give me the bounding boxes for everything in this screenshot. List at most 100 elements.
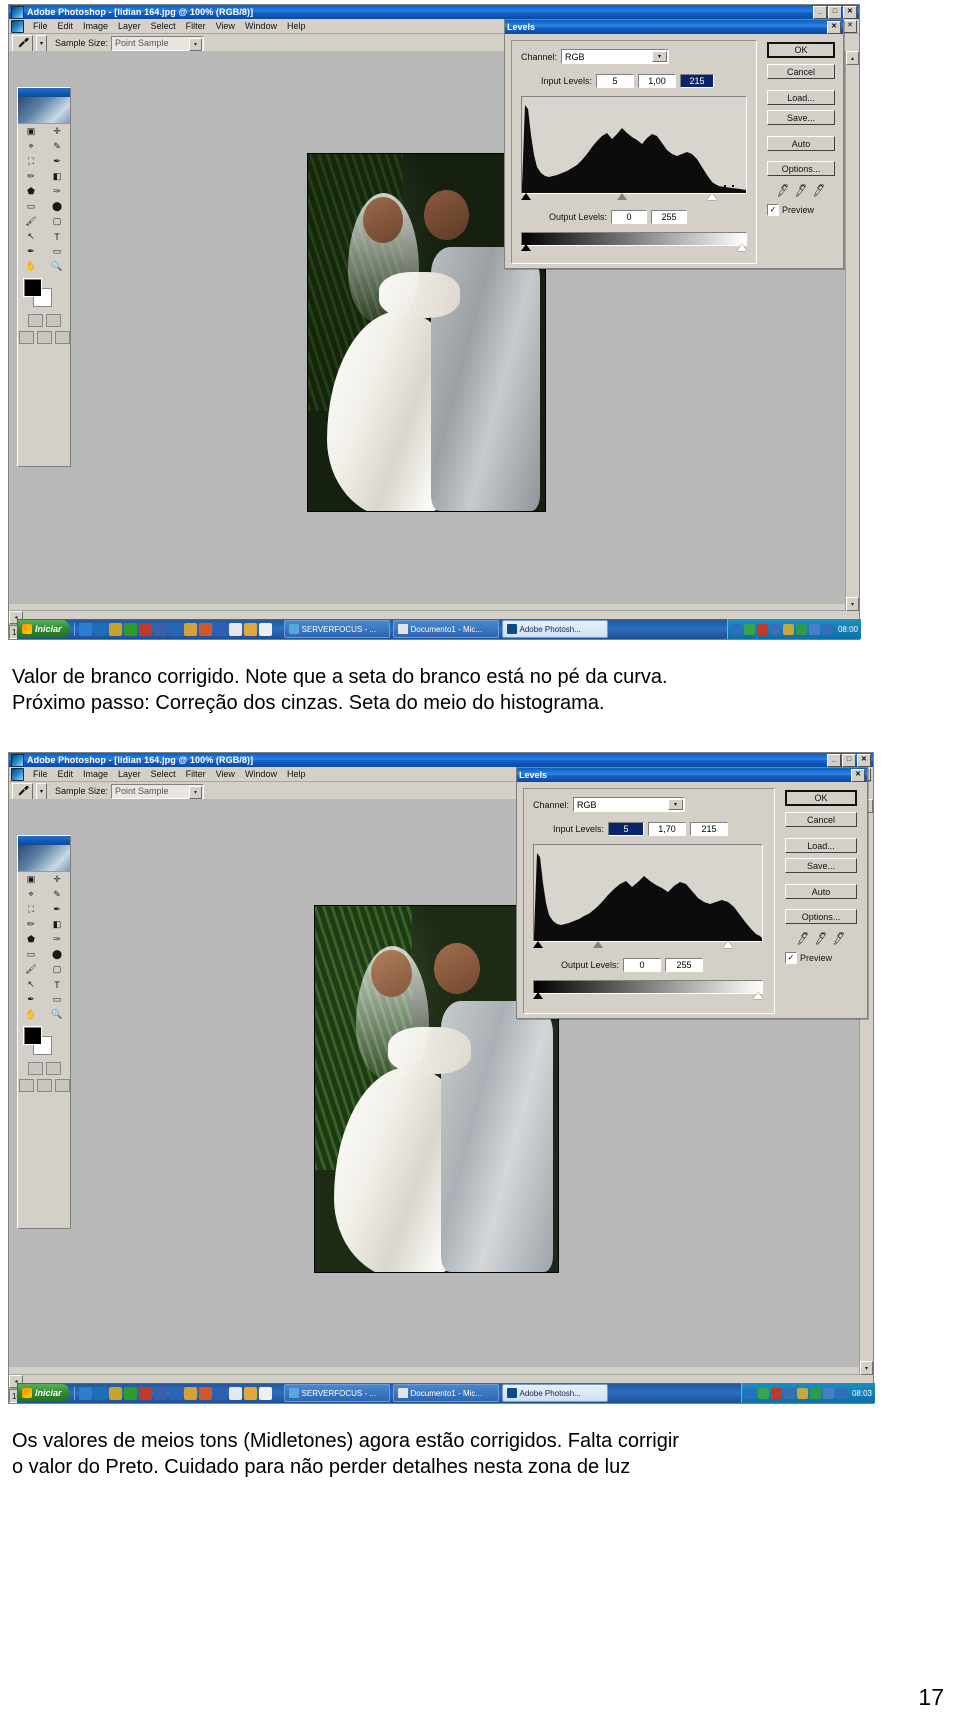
levels-close-button[interactable]: ✕ [827,20,841,34]
tray-shield-icon[interactable] [757,1387,769,1399]
quickmask-on-button[interactable] [45,1062,61,1075]
white-point-eyedropper-icon[interactable]: 🖊 [831,931,847,946]
window-titlebar-2[interactable]: Adobe Photoshop - [lidian 164.jpg @ 100%… [9,753,873,767]
menu-edit[interactable]: Edit [53,769,79,779]
restore-button[interactable]: □ [828,5,842,19]
tray-antivirus-icon[interactable] [756,623,768,635]
input-gamma-field[interactable]: 1,00 [638,74,677,88]
full-screen-button[interactable] [36,331,52,344]
foreground-color-swatch[interactable] [23,278,42,297]
tool-eraser[interactable]: ▭ [18,947,44,962]
tool-zoom[interactable]: 🔍 [44,1007,70,1022]
input-black-field[interactable]: 5 [596,74,635,88]
checkmark-icon[interactable] [123,1386,137,1400]
input-gray-slider[interactable] [593,941,603,948]
tool-gradient[interactable]: ⬤ [44,947,70,962]
quickmask-off-button[interactable] [27,1062,43,1075]
tool-pen[interactable]: ✒ [18,244,44,259]
tool-stamp[interactable]: ⬟ [18,932,44,947]
note-icon[interactable] [108,1386,122,1400]
tool-type[interactable]: T [44,229,70,244]
taskbar-item-photoshop[interactable]: Adobe Photosh... [501,1384,608,1402]
preview-checkbox-row-1[interactable]: ✓ Preview [767,204,835,216]
options-button[interactable]: Options... [767,161,835,176]
ie-icon[interactable] [78,1386,92,1400]
tool-marquee[interactable]: ▣ [18,124,44,139]
menu-image[interactable]: Image [78,21,113,31]
tool-path-select[interactable]: ↖ [18,977,44,992]
tool-slice[interactable]: ✒ [44,902,70,917]
input-black-field[interactable]: 5 [608,822,645,836]
scroll-up-button[interactable]: ▴ [846,51,859,65]
outlook-icon[interactable] [93,622,107,636]
tool-hand[interactable]: ✋ [18,259,44,274]
tool-hand[interactable]: ✋ [18,1007,44,1022]
tray-update-icon[interactable] [835,1387,847,1399]
channel-combo[interactable]: RGB ▾ [573,797,686,812]
toolbox-grip[interactable] [18,88,70,97]
levels-button-column-2[interactable]: OK Cancel Load... Save... Auto Options..… [785,790,857,964]
preview-checkbox[interactable]: ✓ [767,204,779,216]
preview-checkbox-row-2[interactable]: ✓ Preview [785,952,857,964]
mode-buttons[interactable] [18,1060,70,1077]
toolbox-2[interactable]: ▣ ✛ ⌖ ✎ ⛶ ✒ ✏ ◧ ⬟ ✑ ▭ ⬤ 🖌 ▢ ↖ T ✒ ▭ ✋ 🔍 [17,835,71,1229]
checkmark-icon[interactable] [123,622,137,636]
standard-screen-button[interactable] [18,1079,34,1092]
input-sliders-1[interactable] [521,193,745,202]
levels-close-button[interactable]: ✕ [851,768,865,782]
globe-icon[interactable] [213,1386,227,1400]
output-black-field[interactable]: 0 [623,958,662,972]
window-controls-1[interactable]: _ □ ✕ [813,5,857,19]
levels-button-column-1[interactable]: OK Cancel Load... Save... Auto Options..… [767,42,835,216]
minimize-button[interactable]: _ [813,5,827,19]
menu-layer[interactable]: Layer [113,769,146,779]
tray-messenger-icon[interactable] [809,1387,821,1399]
ok-button[interactable]: OK [785,790,857,806]
quickmask-off-button[interactable] [27,314,43,327]
tool-pen[interactable]: ✒ [18,992,44,1007]
color-swatches[interactable] [18,274,70,312]
tray-ps-icon[interactable] [730,623,742,635]
menu-file[interactable]: File [28,769,53,779]
output-black-slider[interactable] [521,244,531,251]
levels-dialog-1[interactable]: Levels ✕ Channel: RGB ▾ Input Levels: 5 … [504,19,844,269]
tool-crop[interactable]: ⛶ [18,154,44,169]
eyedropper-row-1[interactable]: 🖊 🖊 🖊 [767,183,835,198]
tool-move[interactable]: ✛ [44,872,70,887]
ie-icon[interactable] [78,622,92,636]
tool-dodge[interactable]: ▢ [44,962,70,977]
tool-magic-wand[interactable]: ✎ [44,887,70,902]
quick-launch-bar-1[interactable] [73,622,276,636]
word-icon[interactable] [228,1386,242,1400]
tool-lasso[interactable]: ⌖ [18,887,44,902]
clock-icon[interactable] [243,622,257,636]
input-white-field[interactable]: 215 [680,74,715,88]
gray-point-eyedropper-icon[interactable]: 🖊 [813,931,829,946]
taskbar-item-documento1[interactable]: Documento1 - Mic... [392,1384,499,1402]
start-button[interactable]: Iniciar [18,1384,69,1402]
sample-size-combo[interactable]: Point Sample ▾ [111,35,205,51]
restore-button[interactable]: □ [842,753,856,767]
menu-view[interactable]: View [211,769,240,779]
chevron-down-icon[interactable]: ▾ [652,51,668,62]
taskbar-item-serverfocus[interactable]: SERVERFOCUS - ... [283,1384,390,1402]
preview-checkbox[interactable]: ✓ [785,952,797,964]
globe-icon[interactable] [213,622,227,636]
menu-edit[interactable]: Edit [53,21,79,31]
task-buttons-1[interactable]: SERVERFOCUS - ... Documento1 - Mic... Ad… [283,620,608,638]
levels-titlebar-1[interactable]: Levels ✕ [505,20,843,34]
tray-update-icon[interactable] [821,623,833,635]
tray-network-icon[interactable] [769,623,781,635]
tool-crop[interactable]: ⛶ [18,902,44,917]
chevron-down-icon[interactable]: ▾ [189,37,203,51]
menu-select[interactable]: Select [146,769,181,779]
minimize-button[interactable]: _ [827,753,841,767]
star-icon[interactable] [138,1386,152,1400]
input-white-field[interactable]: 215 [690,822,729,836]
eyedropper-row-2[interactable]: 🖊 🖊 🖊 [785,931,857,946]
standard-screen-button[interactable] [18,331,34,344]
tool-lasso[interactable]: ⌖ [18,139,44,154]
tool-move[interactable]: ✛ [44,124,70,139]
white-point-eyedropper-icon[interactable]: 🖊 [811,183,827,198]
menu-filter[interactable]: Filter [181,21,211,31]
